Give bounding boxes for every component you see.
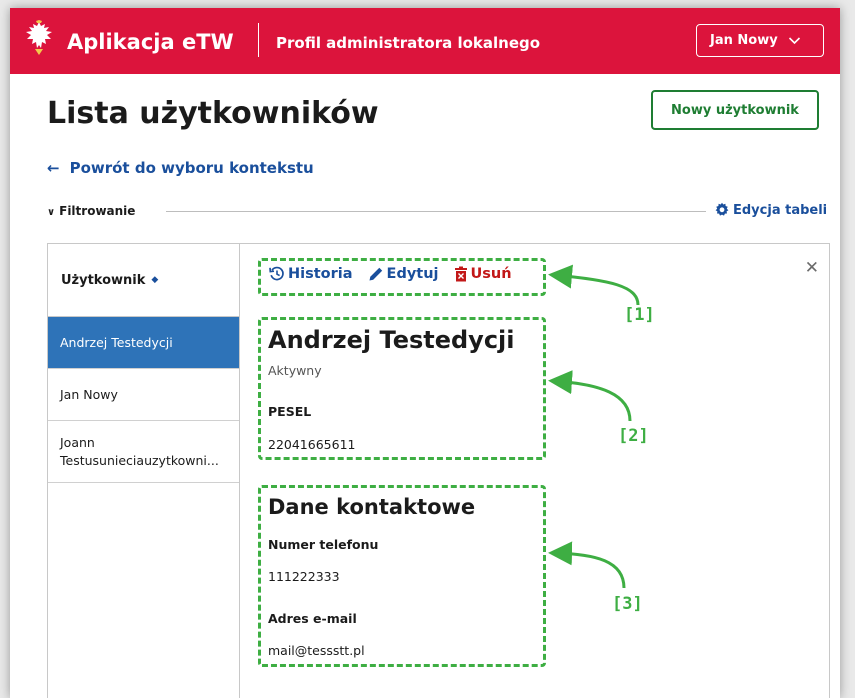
header-separator xyxy=(258,23,259,57)
edit-label: Edytuj xyxy=(386,266,439,282)
new-user-button[interactable]: Nowy użytkownik xyxy=(651,90,819,130)
trash-icon xyxy=(454,266,467,282)
phone-value: 111222333 xyxy=(268,569,340,584)
page-title: Lista użytkowników xyxy=(47,96,379,131)
list-item-label: Jan Nowy xyxy=(60,387,118,402)
edit-table-button[interactable]: Edycja tabeli xyxy=(714,202,827,218)
user-full-name: Andrzej Testedycji xyxy=(268,326,515,354)
delete-label: Usuń xyxy=(470,266,512,282)
list-item[interactable]: Jan Nowy xyxy=(48,369,239,421)
list-item[interactable]: Joann Testusunieciauzytkowni... xyxy=(48,421,239,483)
eagle-emblem-icon xyxy=(26,20,52,55)
delete-button[interactable]: Usuń xyxy=(454,266,512,282)
user-menu-button[interactable]: Jan Nowy xyxy=(696,24,824,57)
user-column-header[interactable]: Użytkownik ◆ xyxy=(48,244,239,317)
top-bar: Aplikacja eTW Profil administratora loka… xyxy=(10,8,840,74)
profile-name: Profil administratora lokalnego xyxy=(276,34,541,52)
close-icon[interactable]: ✕ xyxy=(805,258,819,278)
pencil-icon xyxy=(369,267,382,281)
history-icon xyxy=(269,266,284,281)
edit-table-label: Edycja tabeli xyxy=(733,202,828,218)
chevron-down-small-icon: ∨ xyxy=(47,207,56,218)
sort-icon: ◆ xyxy=(151,275,159,285)
user-status: Aktywny xyxy=(268,363,322,378)
filter-label: Filtrowanie xyxy=(59,204,136,218)
annotation-label-1: [1] xyxy=(624,305,655,325)
filter-divider xyxy=(166,211,706,212)
annotation-label-2: [2] xyxy=(618,426,649,446)
contact-section-title: Dane kontaktowe xyxy=(268,495,476,519)
user-menu-label: Jan Nowy xyxy=(710,33,778,48)
email-label: Adres e-mail xyxy=(268,611,357,626)
filter-toggle[interactable]: ∨ Filtrowanie xyxy=(47,204,135,218)
phone-label: Numer telefonu xyxy=(268,537,379,552)
history-button[interactable]: Historia xyxy=(269,266,353,282)
detail-actions: Historia Edytuj Usuń xyxy=(269,266,512,282)
history-label: Historia xyxy=(288,266,353,282)
app-window: Aplikacja eTW Profil administratora loka… xyxy=(10,8,840,698)
pesel-label: PESEL xyxy=(268,404,312,419)
edit-button[interactable]: Edytuj xyxy=(368,266,439,282)
back-link[interactable]: ← Powrót do wyboru kontekstu xyxy=(47,159,314,177)
user-list: Użytkownik ◆ Andrzej Testedycji Jan Nowy… xyxy=(47,243,240,698)
app-name: Aplikacja eTW xyxy=(67,30,234,54)
arrow-left-icon: ← xyxy=(47,159,60,177)
list-item-label: Andrzej Testedycji xyxy=(60,335,173,350)
user-detail-panel: ✕ Historia Edytuj Usuń Andrzej Testedycj… xyxy=(240,243,830,698)
email-value: mail@tessstt.pl xyxy=(268,643,365,658)
gear-icon xyxy=(715,202,729,216)
list-item-label-line2: Testusunieciauzytkowni... xyxy=(60,452,219,468)
list-item-label-line1: Joann xyxy=(60,434,95,450)
chevron-down-icon xyxy=(788,37,800,45)
pesel-value: 22041665611 xyxy=(268,437,356,452)
back-link-label: Powrót do wyboru kontekstu xyxy=(69,159,314,177)
list-item[interactable]: Andrzej Testedycji xyxy=(48,317,239,369)
annotation-label-3: [3] xyxy=(612,594,643,614)
user-column-label: Użytkownik xyxy=(61,272,146,288)
